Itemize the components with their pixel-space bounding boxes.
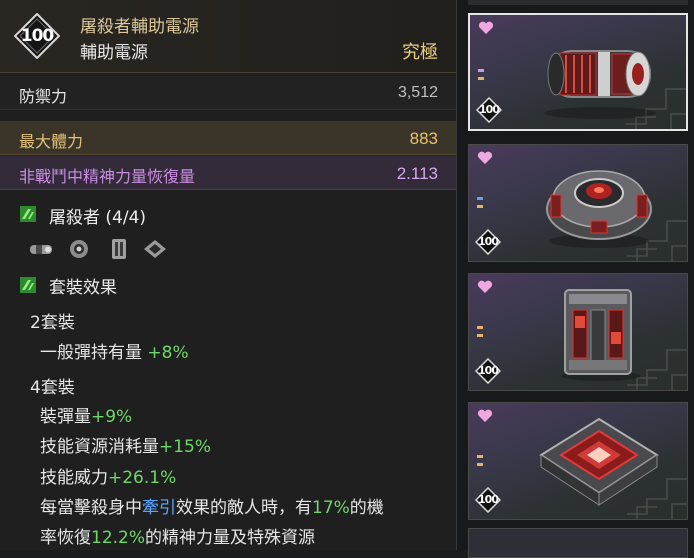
reactor-ring-icon — [70, 240, 88, 258]
set-effect-title: 套裝效果 — [49, 278, 117, 298]
inventory-grid: 100 100 100 100 — [457, 0, 694, 558]
set-bonus-4-title: 4套裝 — [30, 378, 75, 398]
set-bonus-4-desc-2: 率恢復12.2%的精神力量及特殊資源 — [40, 528, 316, 548]
item-tooltip: 100 屠殺者輔助電源 輔助電源 究極 防禦力 3,512 最大體力 883 非… — [0, 0, 457, 550]
stat-row-mp-recovery: 非戰鬥中精神力量恢復量 2.113 — [0, 156, 456, 190]
reactor-block-icon — [112, 239, 126, 259]
stat-value: 3,512 — [397, 84, 438, 101]
heart-icon[interactable] — [477, 280, 493, 294]
set-bonus-4-line: 技能資源消耗量+15% — [40, 437, 212, 457]
set-bonus-4-line: 技能威力+26.1% — [40, 468, 177, 488]
slot-mark-icon — [477, 197, 483, 208]
stat-value: 883 — [409, 129, 438, 148]
set-bonus-4-desc-1: 每當擊殺身中牽引效果的敵人時，有17%的機 — [40, 498, 384, 518]
level-badge: 100 — [14, 13, 60, 59]
tooltip-header: 100 屠殺者輔助電源 輔助電源 究極 — [0, 0, 456, 73]
item-rarity: 究極 — [402, 42, 438, 63]
inventory-slot[interactable]: 100 — [468, 273, 688, 391]
inventory-slot[interactable]: 100 — [468, 402, 688, 520]
reactor-cylinder-icon — [544, 50, 656, 119]
slot-level: 100 — [478, 364, 499, 377]
inventory-slot[interactable]: 100 — [468, 144, 688, 262]
slot-level-badge: 100 — [474, 357, 502, 385]
slot-level: 100 — [478, 235, 499, 248]
stat-value: 2.113 — [396, 164, 438, 183]
item-name: 屠殺者輔助電源 — [80, 17, 199, 37]
slot-mark-icon — [477, 326, 483, 337]
heart-icon[interactable] — [477, 151, 493, 165]
set-bonus-2-title: 2套裝 — [30, 313, 75, 333]
reactor-square-icon — [144, 240, 166, 258]
reactor-ring-icon — [546, 170, 652, 248]
slot-mark-icon — [477, 455, 483, 466]
reactor-cylinder-icon — [30, 245, 52, 254]
set-bonus-2-line: 一般彈持有量 +8% — [40, 343, 189, 363]
stat-label: 最大體力 — [19, 132, 84, 151]
slot-level-badge: 100 — [474, 228, 502, 256]
stat-label: 非戰鬥中精神力量恢復量 — [19, 167, 196, 186]
inventory-slot-partial[interactable] — [468, 528, 688, 558]
inventory-slot[interactable]: 100 — [468, 13, 688, 131]
reactor-block-icon — [561, 289, 641, 381]
stat-row-defense: 防禦力 3,512 — [0, 76, 456, 110]
slot-level-badge: 100 — [475, 96, 503, 124]
reactor-square-icon — [539, 417, 659, 506]
grid-top-edge — [468, 0, 688, 5]
set-bonus-4-line: 裝彈量+9% — [40, 407, 133, 427]
item-type: 輔助電源 — [80, 43, 148, 63]
heart-icon[interactable] — [477, 409, 493, 423]
slot-mark-icon — [478, 69, 484, 80]
slot-level: 100 — [479, 103, 500, 116]
set-name: 屠殺者 (4/4) — [49, 208, 147, 228]
stat-label: 防禦力 — [19, 87, 68, 106]
heart-icon[interactable] — [478, 21, 494, 35]
slot-level-badge: 100 — [474, 486, 502, 514]
stat-row-max-hp: 最大體力 883 — [0, 121, 456, 155]
level-value: 100 — [20, 26, 55, 46]
slot-level: 100 — [478, 493, 499, 506]
